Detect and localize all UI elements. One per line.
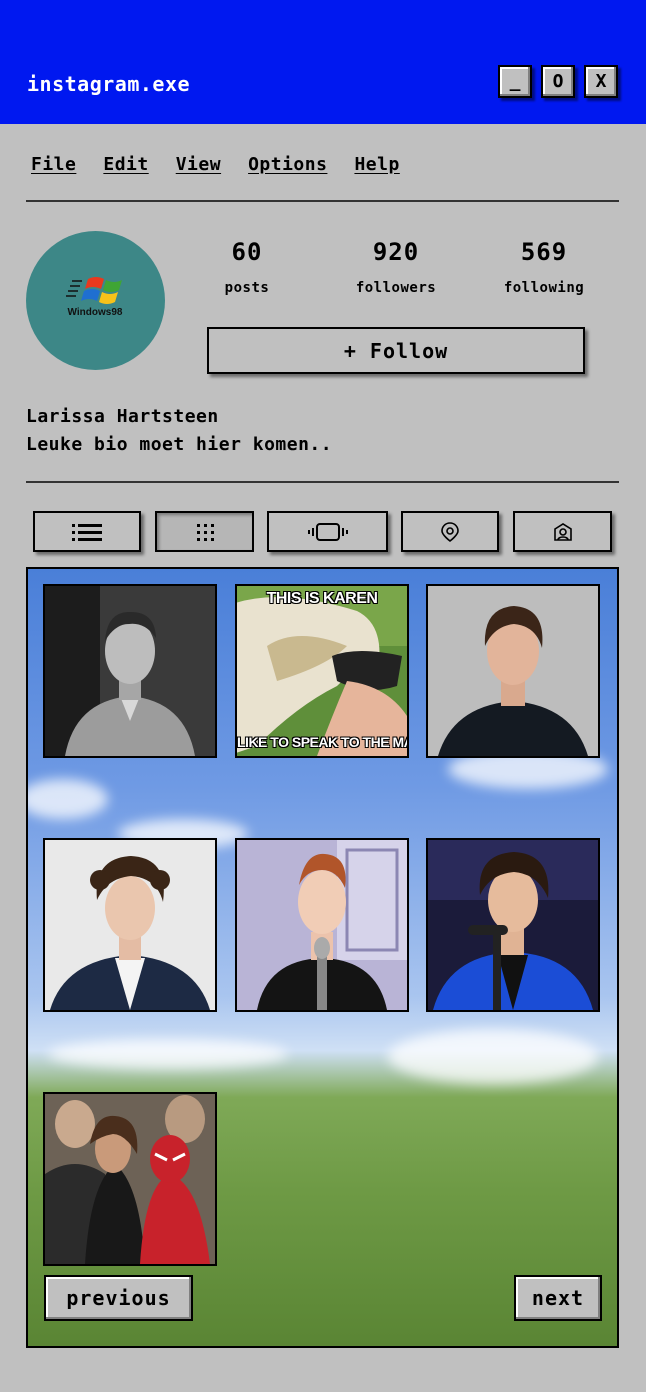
title-bar: instagram.exe _ O X [0,0,646,124]
menu-options[interactable]: Options [248,154,327,175]
crowd-image [45,1094,215,1264]
grid-icon [196,523,214,541]
avatar[interactable]: Windows98 [26,231,165,370]
meme-image [237,586,407,756]
profile-bio: Leuke bio moet hier komen.. [26,434,333,455]
photo-grid: THIS IS KAREN LIKE TO SPEAK TO THE MA pr… [26,567,619,1348]
portrait-image [45,840,215,1010]
divider [26,481,619,483]
reels-icon [307,522,348,541]
divider [26,200,619,202]
followers-label: followers [355,280,437,296]
wallpaper-cloud [388,1029,598,1084]
maximize-button[interactable]: O [541,65,575,98]
tab-tagged[interactable] [513,511,612,552]
post-thumbnail[interactable] [426,838,600,1012]
location-icon [441,521,459,542]
post-thumbnail[interactable] [43,584,217,758]
meme-bottom-text: LIKE TO SPEAK TO THE MA [237,734,409,750]
menu-file[interactable]: File [31,154,76,175]
post-thumbnail[interactable] [43,1092,217,1266]
list-icon [72,523,102,541]
following-count: 569 [520,238,568,266]
post-thumbnail[interactable]: THIS IS KAREN LIKE TO SPEAK TO THE MA [235,584,409,758]
meme-top-text: THIS IS KAREN [266,590,378,607]
following-stat[interactable]: 569 following [479,238,609,296]
menu-view[interactable]: View [176,154,221,175]
portrait-image [428,586,598,756]
music-video-image [237,840,407,1010]
post-thumbnail[interactable] [235,838,409,1012]
tagged-icon [553,522,572,541]
following-label: following [503,280,585,296]
tab-reels[interactable] [267,511,388,552]
posts-label: posts [224,280,270,296]
close-button[interactable]: X [584,65,618,98]
portrait-image [45,586,215,756]
tab-grid-view[interactable] [155,511,254,552]
posts-count: 60 [231,238,263,266]
posts-stat[interactable]: 60 posts [182,238,312,296]
tab-locations[interactable] [401,511,499,552]
menu-edit[interactable]: Edit [103,154,148,175]
tab-list-view[interactable] [33,511,141,552]
window-title: instagram.exe [27,72,191,96]
wallpaper-cloud [48,1039,288,1069]
followers-stat[interactable]: 920 followers [331,238,461,296]
menu-help[interactable]: Help [354,154,399,175]
follow-button[interactable]: + Follow [207,327,585,374]
next-button[interactable]: next [514,1275,602,1321]
followers-count: 920 [372,238,420,266]
post-thumbnail[interactable] [426,584,600,758]
menu-bar: File Edit View Options Help [31,154,400,175]
profile-name: Larissa Hartsteen [26,406,219,427]
svg-text:Windows98: Windows98 [68,307,123,318]
minimize-button[interactable]: _ [498,65,532,98]
post-thumbnail[interactable] [43,838,217,1012]
previous-button[interactable]: previous [44,1275,193,1321]
wallpaper-cloud [28,779,108,819]
windows-logo-icon: Windows98 [66,277,123,318]
concert-image [428,840,598,1010]
